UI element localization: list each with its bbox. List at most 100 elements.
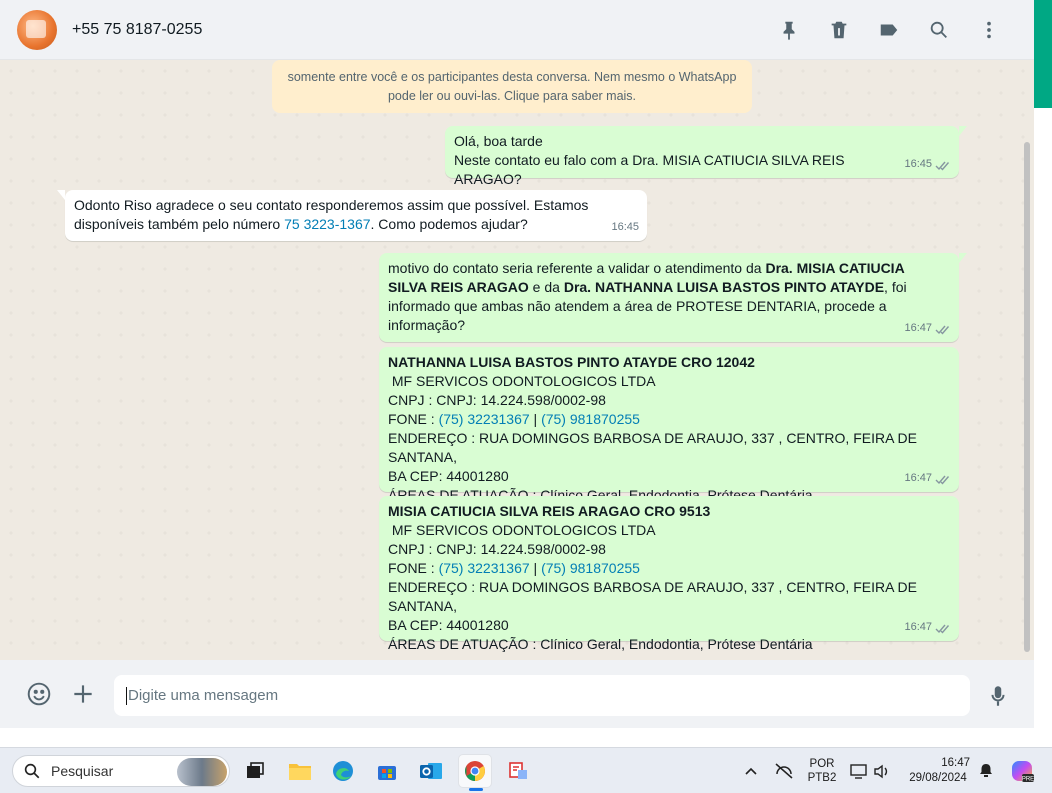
double-check-icon [935, 323, 951, 335]
message-meta: 16:47 [904, 469, 951, 488]
outlook-icon[interactable] [414, 754, 448, 788]
svg-text:PRE: PRE [1022, 777, 1034, 783]
message-text: BA CEP: 44001280 [388, 468, 509, 484]
message-text: Odonto Riso agradece o seu contato respo… [74, 197, 589, 213]
emoji-icon[interactable] [24, 679, 54, 709]
copilot-icon[interactable]: PRE [1006, 748, 1038, 793]
chat-header: +55 75 8187-0255 [0, 0, 1034, 60]
chat-scrollbar[interactable] [1024, 138, 1032, 658]
message-text: MF SERVICOS ODONTOLOGICOS LTDA [388, 373, 656, 389]
notification-icon[interactable] [976, 748, 996, 793]
message-text: disponíveis também pelo número [74, 216, 285, 232]
message-text-line: motivo do contato seria referente a vali… [388, 259, 950, 278]
language-indicator[interactable]: POR PTB2 [803, 748, 841, 793]
window-edge [1034, 108, 1052, 748]
phone-link[interactable]: (75) 981870255 [541, 560, 640, 576]
tray-chevron-icon[interactable] [740, 748, 762, 793]
message-bubble-outgoing[interactable]: Olá, boa tarde Neste contato eu falo com… [445, 126, 967, 187]
network-off-icon[interactable] [770, 748, 798, 793]
encryption-notice[interactable]: ▬▬▬ somente entre você e os participante… [272, 60, 752, 113]
message-text: ENDEREÇO : RUA DOMINGOS BARBOSA DE ARAUJ… [388, 430, 918, 465]
menu-dots-icon[interactable] [964, 0, 1014, 60]
encryption-notice-line2: pode ler ou ouvi-las. Clique para saber … [387, 89, 637, 103]
message-bubble-outgoing[interactable]: motivo do contato seria referente a vali… [379, 253, 967, 342]
message-bubble-outgoing[interactable]: NATHANNA LUISA BASTOS PINTO ATAYDE CRO 1… [379, 347, 959, 503]
label-icon[interactable] [864, 0, 914, 60]
chrome-icon[interactable] [458, 754, 492, 791]
file-explorer-icon[interactable] [283, 754, 317, 788]
message-text: MF SERVICOS ODONTOLOGICOS LTDA [388, 522, 656, 538]
message-text-line: disponíveis também pelo número 75 3223-1… [74, 215, 638, 234]
phone-link[interactable]: (75) 32231367 [439, 411, 530, 427]
phone-link[interactable]: 75 3223-1367 [284, 216, 370, 232]
message-text-line: SILVA REIS ARAGAO e da Dra. NATHANNA LUI… [388, 278, 950, 297]
microsoft-store-icon[interactable] [370, 754, 404, 788]
taskbar-search[interactable]: Pesquisar [12, 755, 230, 787]
double-check-icon [935, 159, 951, 171]
keyboard-layout: PTB2 [807, 772, 837, 784]
task-view-icon[interactable] [238, 754, 272, 788]
message-text: FONE : [388, 560, 439, 576]
message-text-line: FONE : (75) 32231367 | (75) 981870255 [388, 410, 950, 429]
search-highlight-image [177, 758, 227, 786]
message-time: 16:45 [611, 221, 639, 233]
microphone-icon[interactable] [983, 681, 1013, 711]
message-time: 16:47 [904, 472, 932, 484]
clock-date: 29/08/2024 [909, 772, 967, 784]
taskbar-search-label: Pesquisar [51, 763, 114, 779]
search-icon [24, 763, 40, 779]
encryption-notice-line1: somente entre você e os participantes de… [287, 70, 737, 84]
phone-link[interactable]: (75) 981870255 [541, 411, 640, 427]
chat-scrollbar-thumb[interactable] [1024, 142, 1030, 652]
message-text: Olá, boa tarde [454, 133, 543, 149]
message-bold-text: Dra. MISIA CATIUCIA [765, 260, 905, 276]
message-time: 16:45 [904, 158, 932, 170]
message-text: | [529, 411, 542, 427]
message-text: BA CEP: 44001280 [388, 617, 509, 633]
remote-tool-icon[interactable] [502, 754, 536, 788]
message-text: . Como podemos ajudar? [370, 216, 528, 232]
message-time: 16:47 [904, 322, 932, 334]
message-input[interactable] [114, 675, 970, 716]
attach-plus-icon[interactable] [68, 679, 98, 709]
edge-browser-icon[interactable] [326, 754, 360, 788]
phone-link[interactable]: (75) 32231367 [439, 560, 530, 576]
delete-icon[interactable] [814, 0, 864, 60]
message-meta: 16:45 [904, 155, 951, 174]
message-text: FONE : [388, 411, 439, 427]
double-check-icon [935, 473, 951, 485]
display-icon[interactable] [848, 748, 868, 793]
clock[interactable]: 16:47 29/08/2024 [900, 748, 976, 793]
message-text: ÁREAS DE ATUAÇÃO : Clínico Geral, Endodo… [388, 636, 813, 652]
message-text: , foi [884, 279, 907, 295]
message-text: Neste contato eu falo com a Dra. MISIA C… [454, 152, 845, 187]
clock-time: 16:47 [941, 757, 970, 769]
volume-icon[interactable] [871, 748, 891, 793]
message-text: ENDEREÇO : RUA DOMINGOS BARBOSA DE ARAUJ… [388, 579, 918, 614]
message-meta: 16:45 [611, 218, 639, 237]
message-bold-text: SILVA REIS ARAGAO [388, 279, 529, 295]
language-code: POR [809, 758, 835, 770]
message-meta: 16:47 [904, 618, 951, 637]
message-composer [0, 660, 1034, 728]
message-bold-text: NATHANNA LUISA BASTOS PINTO ATAYDE CRO 1… [388, 354, 755, 370]
message-bubble-outgoing[interactable]: MISIA CATIUCIA SILVA REIS ARAGAO CRO 951… [379, 496, 959, 652]
pin-icon[interactable] [764, 0, 814, 60]
contact-avatar[interactable] [17, 9, 57, 50]
os-taskbar: Pesquisar POR PTB2 16:47 29/08/2024 PRE [0, 747, 1052, 793]
chat-area[interactable]: ▬▬▬ somente entre você e os participante… [0, 60, 1034, 660]
message-text: | [529, 560, 542, 576]
contact-name[interactable]: +55 75 8187-0255 [72, 21, 202, 39]
text-caret [126, 687, 127, 705]
message-text-line: FONE : (75) 32231367 | (75) 981870255 [388, 559, 950, 578]
message-text: motivo do contato seria referente a vali… [388, 260, 766, 276]
message-bubble-incoming[interactable]: Odonto Riso agradece o seu contato respo… [57, 190, 647, 241]
window-accent-strip [1034, 0, 1052, 108]
encryption-notice-clipped-line: ▬▬▬ [272, 62, 752, 68]
message-time: 16:47 [904, 621, 932, 633]
message-text: CNPJ : CNPJ: 14.224.598/0002-98 [388, 392, 606, 408]
message-text: e da [528, 279, 564, 295]
message-text: CNPJ : CNPJ: 14.224.598/0002-98 [388, 541, 606, 557]
search-icon[interactable] [914, 0, 964, 60]
double-check-icon [935, 622, 951, 634]
